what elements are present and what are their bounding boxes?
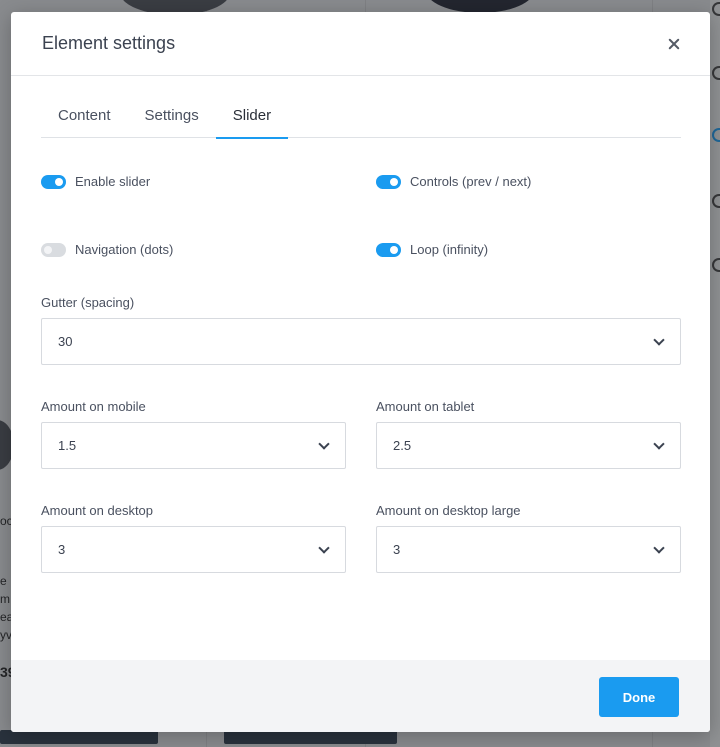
enable-slider-label: Enable slider (75, 174, 151, 189)
tab-settings[interactable]: Settings (128, 100, 216, 138)
navigation-row: Navigation (dots) (41, 242, 173, 257)
desktop-select[interactable]: 3 (41, 526, 346, 573)
desktop-value: 3 (58, 542, 66, 557)
desktop-large-value: 3 (393, 542, 401, 557)
tablet-select[interactable]: 2.5 (376, 422, 681, 469)
loop-label: Loop (infinity) (410, 242, 489, 257)
gutter-value: 30 (58, 334, 73, 349)
tablet-value: 2.5 (393, 438, 412, 453)
tab-bar: Content Settings Slider (41, 100, 681, 139)
toggle-knob (390, 177, 398, 186)
gutter-label: Gutter (spacing) (41, 295, 135, 310)
chevron-down-icon (653, 437, 665, 450)
chevron-down-icon (318, 437, 330, 450)
mobile-select[interactable]: 1.5 (41, 422, 346, 469)
mobile-value: 1.5 (58, 438, 77, 453)
controls-row: Controls (prev / next) (376, 174, 531, 189)
enable-slider-row: Enable slider (41, 174, 150, 189)
chevron-down-icon (653, 333, 665, 346)
toggle-knob (390, 245, 398, 254)
mobile-label: Amount on mobile (41, 399, 146, 414)
loop-row: Loop (infinity) (376, 242, 488, 257)
chevron-down-icon (653, 541, 665, 554)
toggle-knob (44, 245, 52, 254)
element-settings-modal: Element settings Content Settings Slider… (11, 12, 710, 732)
desktop-large-select[interactable]: 3 (376, 526, 681, 573)
controls-label: Controls (prev / next) (410, 174, 532, 189)
navigation-label: Navigation (dots) (75, 242, 174, 257)
chevron-down-icon (318, 541, 330, 554)
enable-slider-toggle[interactable] (41, 174, 66, 189)
done-button[interactable]: Done (599, 677, 679, 717)
loop-toggle[interactable] (376, 242, 401, 257)
modal-header: Element settings (11, 12, 710, 76)
modal-footer: Done (11, 660, 710, 732)
toggle-knob (55, 177, 63, 186)
tab-content[interactable]: Content (41, 100, 128, 138)
navigation-toggle[interactable] (41, 242, 66, 257)
gutter-select[interactable]: 30 (41, 318, 681, 365)
tab-slider[interactable]: Slider (215, 100, 289, 139)
modal-title: Element settings (42, 33, 176, 53)
tablet-label: Amount on tablet (376, 399, 475, 414)
controls-toggle[interactable] (376, 174, 401, 189)
desktop-large-label: Amount on desktop large (376, 503, 521, 518)
desktop-label: Amount on desktop (41, 503, 154, 518)
close-icon[interactable] (666, 36, 682, 52)
